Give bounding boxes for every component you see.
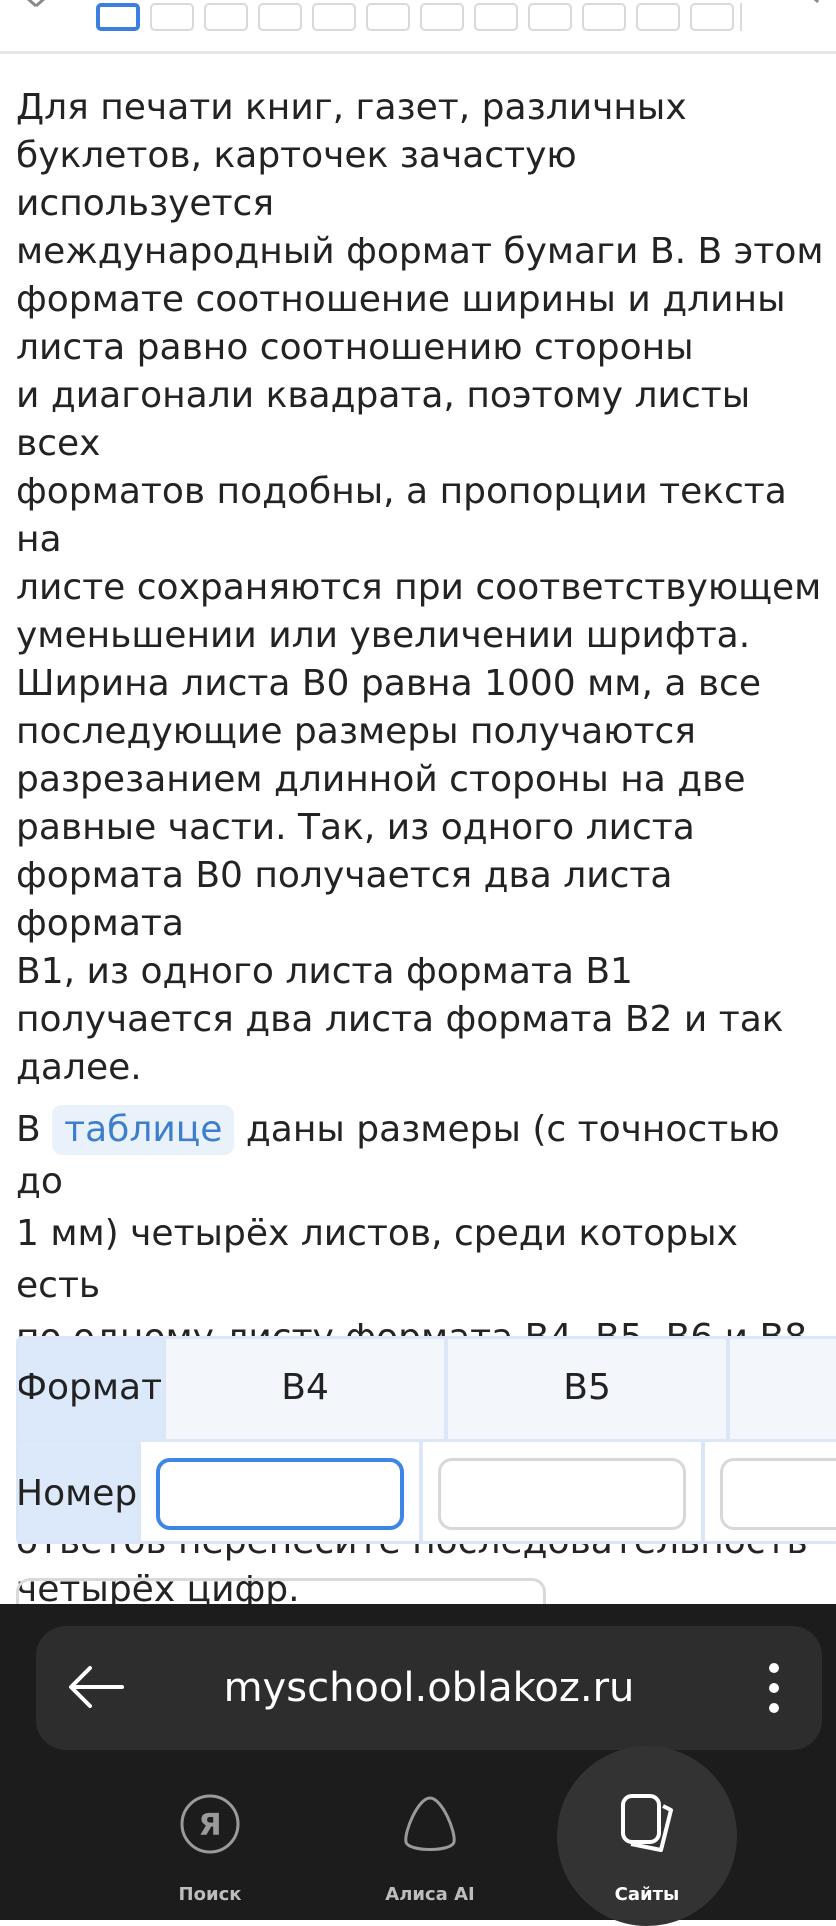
nav-sites-label: Сайты [614,1884,680,1905]
number-header: Номер [16,1442,138,1544]
address-bar[interactable]: myschool.oblakoz.ru [36,1626,822,1750]
format-cell-b5: B5 [444,1336,727,1439]
alice-icon [404,1796,456,1851]
nav-alice-label: Алиса AI [385,1884,475,1905]
question-square-3[interactable] [204,3,248,31]
answer-table: Формат B4 B5 Номер [16,1336,836,1544]
format-row: Формат B4 B5 [16,1336,836,1439]
bottom-nav: Я Поиск Алиса AI Сайты [0,1746,836,1926]
question-square-11[interactable] [636,3,680,31]
nav-sites[interactable]: Сайты [547,1772,747,1920]
question-square-8[interactable] [474,3,518,31]
more-menu-icon[interactable] [768,1662,780,1714]
question-square-overflow [740,3,752,31]
format-cell-b4: B4 [162,1336,445,1439]
browser-bottom-bar: myschool.oblakoz.ru Я Поиск Алиса AI Сай… [0,1604,836,1926]
question-nav-bar [0,0,836,56]
back-arrow-icon[interactable] [66,1664,126,1710]
table-link[interactable]: таблице [52,1105,235,1155]
question-square-10[interactable] [582,3,626,31]
number-cell-3 [701,1442,836,1544]
divider [0,51,836,54]
question-square-4[interactable] [258,3,302,31]
paragraph-2-start: В [16,1109,53,1150]
yandex-search-icon: Я [180,1794,240,1854]
question-square-9[interactable] [528,3,572,31]
nav-search[interactable]: Я Поиск [110,1772,310,1920]
answer-input-b4[interactable] [156,1457,405,1530]
number-cell-2 [419,1442,702,1544]
question-paragraph-1: Для печати книг, газет, различных буклет… [16,87,824,1088]
number-row: Номер [16,1439,836,1544]
nav-search-label: Поиск [178,1884,242,1905]
chevron-icon[interactable] [804,0,830,10]
format-cell-partial [726,1336,836,1439]
close-icon[interactable] [14,0,54,14]
answer-input-partial[interactable] [720,1457,836,1530]
question-square-6[interactable] [366,3,410,31]
question-paragraph-2: В таблице даны размеры (с точностью до 1… [16,1104,831,1364]
nav-alice[interactable]: Алиса AI [330,1772,530,1920]
tabs-icon [621,1794,673,1852]
question-square-5[interactable] [312,3,356,31]
question-squares [96,3,752,31]
question-square-7[interactable] [420,3,464,31]
format-header: Формат [16,1336,163,1439]
url-text[interactable]: myschool.oblakoz.ru [136,1626,722,1750]
svg-text:Я: Я [198,1808,221,1843]
question-square-12[interactable] [690,3,734,31]
question-square-1[interactable] [96,3,140,31]
question-square-2[interactable] [150,3,194,31]
answer-input-b5[interactable] [438,1457,687,1530]
number-cell-1 [137,1442,420,1544]
